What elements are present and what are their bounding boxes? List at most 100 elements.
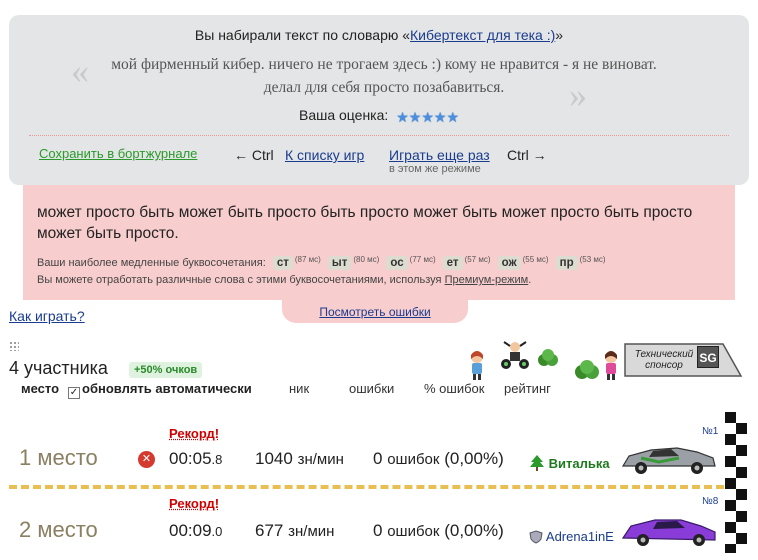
error-stats: 0 ошибок (0,00%) xyxy=(373,449,504,469)
typed-text: может просто быть может быть просто быть… xyxy=(37,204,693,242)
speed-value: 677 xyxy=(255,521,284,540)
place-divider xyxy=(9,485,724,489)
record-label: Рекорд! xyxy=(169,496,220,511)
race-car-icon xyxy=(621,519,716,546)
star-icon[interactable]: ★ xyxy=(409,110,422,124)
premium-mode-link[interactable]: Премиум-режим xyxy=(445,274,529,286)
practice-prefix: Вы можете отработать различные слова с э… xyxy=(37,274,442,286)
place-label: 2 место xyxy=(19,517,98,542)
place-label: 1 место xyxy=(19,445,98,470)
finish-time-main: 00:05 xyxy=(169,449,212,468)
column-error-percent: % ошибок xyxy=(424,381,485,396)
rating-label: Ваша оценка: xyxy=(298,107,389,123)
same-mode-note: в этом же режиме xyxy=(389,163,481,175)
view-errors-link[interactable]: Посмотреть ошибки xyxy=(319,305,430,319)
errors-word: ошибок xyxy=(387,523,440,540)
combo-badge: ож xyxy=(497,256,521,270)
speed-unit: зн/мин xyxy=(288,523,335,540)
how-to-play-link[interactable]: Как играть? xyxy=(9,308,85,324)
finish-line-flag-icon xyxy=(725,412,747,553)
slow-combos-row: Ваши наиболее медленные буквосочетания: … xyxy=(37,255,727,270)
dictionary-header-suffix: » xyxy=(555,27,564,43)
rank-girl-figure-icon xyxy=(471,351,483,380)
finish-time-fraction: .0 xyxy=(211,524,223,539)
errors-count: 0 xyxy=(373,521,383,540)
finish-time: 00:05.8 xyxy=(169,449,222,469)
speed-unit: зн/мин xyxy=(297,451,344,468)
dots-decoration xyxy=(9,341,19,351)
dictionary-link[interactable]: Кибертекст для тека :) xyxy=(410,27,555,43)
quote-open-icon: « xyxy=(71,51,89,91)
view-errors-tab: Посмотреть ошибки xyxy=(282,297,468,323)
race-row: Рекорд! 1 место ✕ 00:05.8 1040 зн/мин 0 … xyxy=(9,424,729,488)
slow-combos-label: Ваши наиболее медленные буквосочетания: xyxy=(37,257,266,269)
auto-update-checkbox[interactable]: ✓ xyxy=(68,387,80,399)
ctrl-left-hint: ← Ctrl xyxy=(234,147,274,163)
practice-note: Вы можете отработать различные слова с э… xyxy=(37,274,531,286)
player-nick[interactable]: Виталька xyxy=(529,455,610,471)
sponsor-text: Технический спонсор xyxy=(634,349,694,371)
combo-ms: (87 мс) xyxy=(294,255,321,264)
rank-driver-figure-icon xyxy=(501,341,529,369)
error-icon: ✕ xyxy=(138,451,155,468)
player-nick-text: Adrena1inE xyxy=(545,529,614,544)
star-icon[interactable]: ★ xyxy=(396,110,409,124)
combo-badge: пр xyxy=(555,256,578,270)
star-icon[interactable]: ★ xyxy=(446,110,459,124)
rank-girl-figure-icon xyxy=(605,351,617,380)
bonus-badge: +50% очков xyxy=(129,362,203,378)
games-list-link[interactable]: К списку игр xyxy=(285,147,364,163)
play-again-link[interactable]: Играть еще раз xyxy=(389,147,490,163)
auto-update-label: обновлять автоматически xyxy=(82,381,252,396)
dictionary-panel: Вы набирали текст по словарю «Кибертекст… xyxy=(9,15,749,185)
save-to-logbook-link[interactable]: Сохранить в бортжурнале xyxy=(39,146,197,161)
tree-icon xyxy=(530,455,544,471)
record-label: Рекорд! xyxy=(169,426,220,441)
combo-badge: ет xyxy=(442,256,463,270)
ctrl-right-hint: Ctrl → xyxy=(507,147,547,163)
column-errors: ошибки xyxy=(349,381,395,396)
column-nick: ник xyxy=(289,381,310,396)
finish-time-main: 00:09 xyxy=(169,521,212,540)
shield-icon xyxy=(529,530,543,544)
error-stats: 0 ошибок (0,00%) xyxy=(373,521,504,541)
errors-count: 0 xyxy=(373,449,383,468)
errors-percent: (0,00%) xyxy=(444,449,504,468)
combo-ms: (55 мс) xyxy=(522,255,549,264)
combo-badge: ыт xyxy=(327,256,352,270)
sponsor-logo: SG xyxy=(697,346,719,368)
rating-stars[interactable]: ★★★★★ xyxy=(396,109,459,125)
finish-time-fraction: .8 xyxy=(211,452,223,467)
errors-word: ошибок xyxy=(387,451,440,468)
combo-badge: ос xyxy=(386,256,408,270)
bush-icon xyxy=(575,360,599,379)
dictionary-header-prefix: Вы набирали текст по словарю « xyxy=(194,27,411,43)
player-nick[interactable]: Adrena1inE xyxy=(529,529,614,544)
star-icon[interactable]: ★ xyxy=(421,110,434,124)
dotted-divider xyxy=(29,135,729,136)
bush-icon xyxy=(538,349,558,366)
rating-row: Ваша оценка: ★★★★★ xyxy=(9,107,749,125)
finish-time: 00:09.0 xyxy=(169,521,222,541)
combo-ms: (77 мс) xyxy=(409,255,436,264)
car-number: №1 xyxy=(702,426,719,437)
combo-ms: (80 мс) xyxy=(353,255,380,264)
sponsor-sign[interactable]: Технический спонсор SG xyxy=(623,342,743,378)
typing-speed: 1040 зн/мин xyxy=(255,449,344,469)
combo-ms: (53 мс) xyxy=(579,255,606,264)
speed-value: 1040 xyxy=(255,449,293,468)
typing-speed: 677 зн/мин xyxy=(255,521,334,541)
player-nick-text: Виталька xyxy=(548,456,610,471)
star-icon[interactable]: ★ xyxy=(434,110,447,124)
errors-percent: (0,00%) xyxy=(444,521,504,540)
column-rating: рейтинг xyxy=(504,381,551,396)
typed-text-panel: может просто быть может быть просто быть… xyxy=(23,185,735,300)
race-row: Рекорд! 2 место 00:09.0 677 зн/мин 0 оши… xyxy=(9,496,729,560)
column-place: место xyxy=(21,381,60,396)
auto-update-toggle[interactable]: ✓ обновлять автоматически xyxy=(68,381,252,399)
dictionary-header: Вы набирали текст по словарю «Кибертекст… xyxy=(9,27,749,43)
combo-ms: (57 мс) xyxy=(464,255,491,264)
race-car-icon xyxy=(621,447,716,474)
combo-badge: ст xyxy=(272,256,293,270)
participants-title: 4 участника xyxy=(9,358,108,378)
